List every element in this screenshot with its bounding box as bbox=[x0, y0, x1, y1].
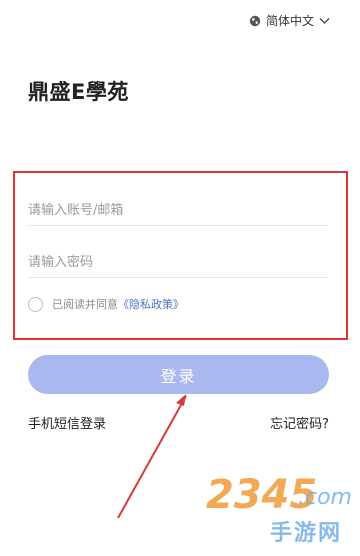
svg-text:手游网: 手游网 bbox=[270, 520, 342, 546]
privacy-policy-link[interactable]: 《隐私政策》 bbox=[118, 296, 184, 312]
agreement-row: 已阅读并同意 《隐私政策》 bbox=[28, 296, 184, 312]
watermark-logo: 2345 .com 手游网 bbox=[200, 470, 355, 552]
globe-icon bbox=[249, 15, 261, 27]
login-button[interactable]: 登录 bbox=[28, 355, 329, 394]
language-label: 简体中文 bbox=[265, 14, 314, 28]
chevron-down-icon bbox=[319, 17, 330, 25]
password-field[interactable] bbox=[28, 238, 328, 278]
account-field[interactable] bbox=[28, 186, 328, 226]
account-input[interactable] bbox=[28, 186, 328, 225]
agreement-text: 已阅读并同意 bbox=[52, 298, 118, 311]
svg-text:.com: .com bbox=[298, 485, 352, 510]
sms-login-link[interactable]: 手机短信登录 bbox=[28, 413, 106, 432]
password-input[interactable] bbox=[28, 238, 328, 277]
app-title: 鼎盛E學苑 bbox=[28, 80, 129, 104]
language-switcher[interactable]: 简体中文 bbox=[249, 12, 330, 29]
agreement-radio[interactable] bbox=[28, 296, 43, 312]
forgot-password-link[interactable]: 忘记密码? bbox=[270, 413, 329, 432]
